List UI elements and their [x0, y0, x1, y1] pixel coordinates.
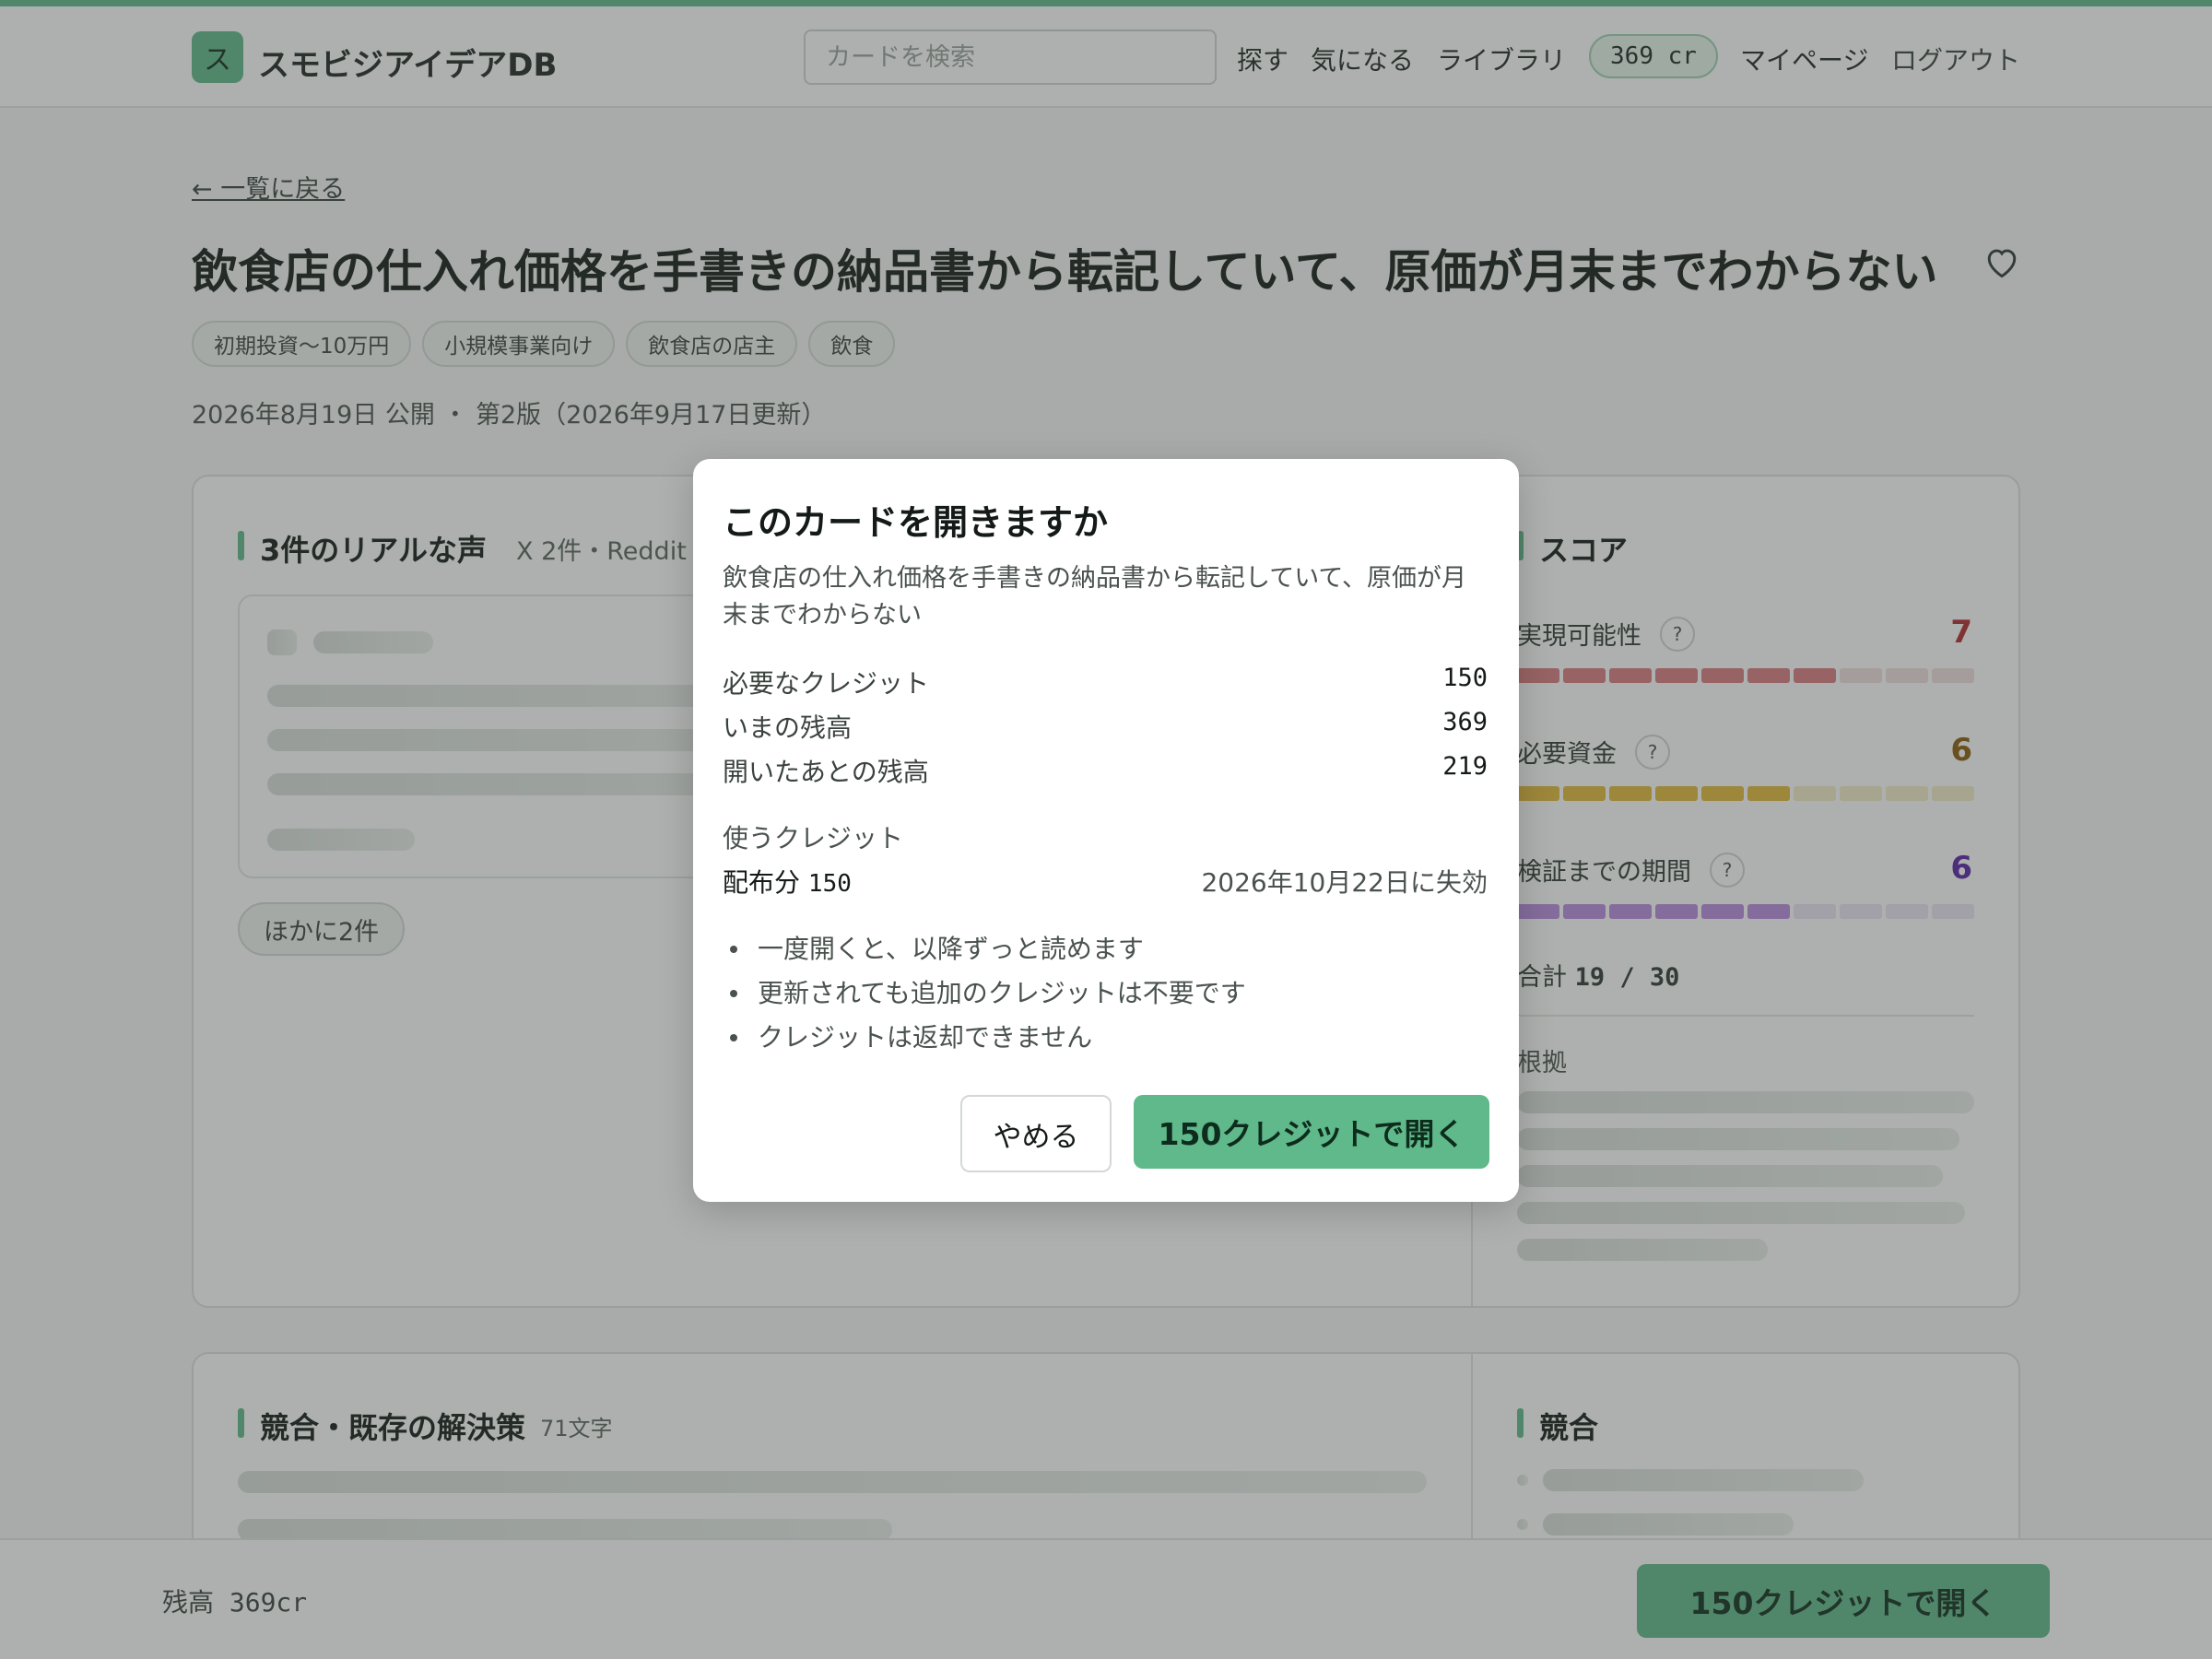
- note-item: 一度開くと、以降ずっと読めます: [730, 927, 1246, 971]
- credit-source-row: 配布分 150 2026年10月22日に失効: [723, 863, 1488, 900]
- row-label: いまの残高: [723, 712, 853, 743]
- dialog-title: このカードを開きますか: [723, 502, 1109, 543]
- row-value: 219: [1442, 752, 1488, 781]
- confirm-open-button[interactable]: 150クレジットで開く: [1134, 1095, 1489, 1169]
- credit-source: 配布分 150: [723, 863, 852, 900]
- note-item: クレジットは返却できません: [730, 1016, 1246, 1060]
- row-value: 150: [1442, 664, 1488, 692]
- note-item: 更新されても追加のクレジットは不要です: [730, 971, 1246, 1016]
- row-label: 必要なクレジット: [723, 668, 930, 699]
- credit-expiry: 2026年10月22日に失効: [1201, 867, 1488, 898]
- after-balance-row: 開いたあとの残高 219: [723, 752, 1488, 789]
- dialog-notes: 一度開くと、以降ずっと読めます 更新されても追加のクレジットは不要です クレジッ…: [730, 927, 1246, 1060]
- credit-source-label: 使うクレジット: [723, 823, 904, 853]
- current-balance-row: いまの残高 369: [723, 708, 1488, 745]
- credit-source-name: 配布分: [723, 867, 801, 898]
- credit-source-amount: 150: [807, 870, 852, 898]
- row-label: 開いたあとの残高: [723, 757, 929, 787]
- cancel-button[interactable]: やめる: [960, 1095, 1112, 1172]
- open-card-dialog: このカードを開きますか 飲食店の仕入れ価格を手書きの納品書から転記していて、原価…: [693, 459, 1519, 1202]
- row-value: 369: [1442, 708, 1488, 736]
- required-credits-row: 必要なクレジット 150: [723, 664, 1488, 700]
- dialog-description: 飲食店の仕入れ価格を手書きの納品書から転記していて、原価が月末までわからない: [723, 564, 1467, 629]
